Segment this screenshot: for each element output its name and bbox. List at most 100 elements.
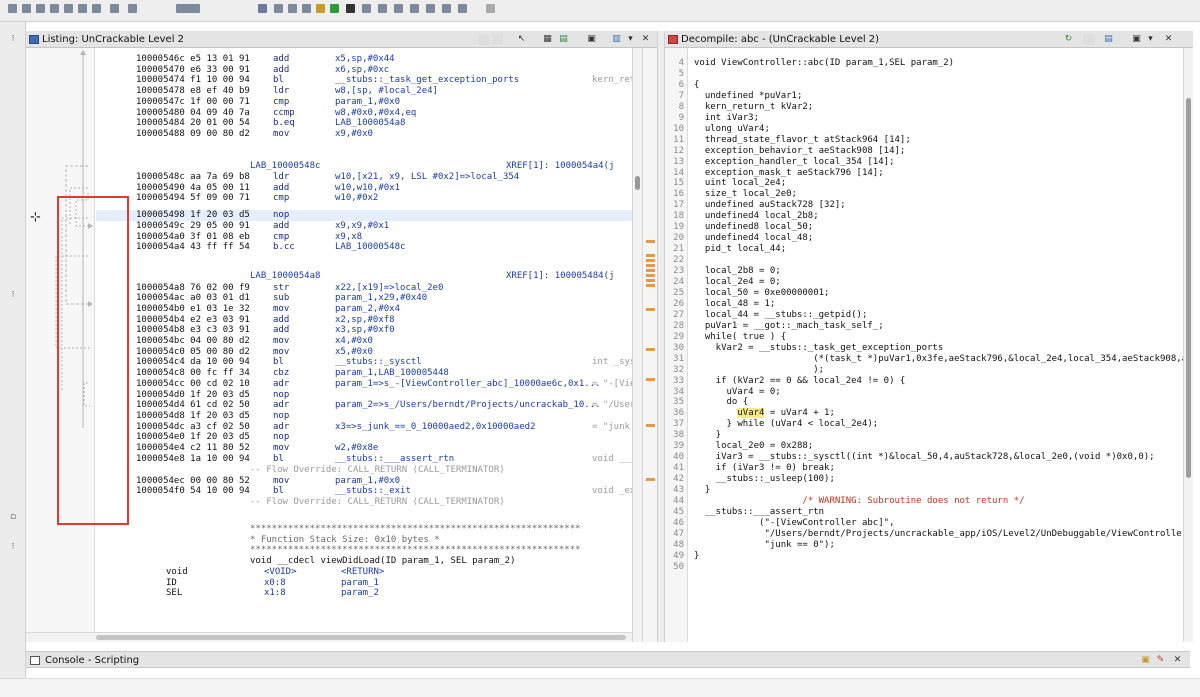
code-line[interactable]: uint local_2e4; — [694, 178, 786, 189]
pane-splitter[interactable] — [657, 31, 665, 642]
code-line[interactable]: local_2b8 = 0; — [694, 266, 781, 277]
toolbar-icon[interactable] — [128, 4, 137, 13]
toolbar-icon[interactable] — [442, 4, 451, 13]
code-line[interactable]: local_2e0 = 0x288; — [694, 441, 814, 452]
toolbar-icon[interactable] — [302, 4, 311, 13]
toolbar-icon[interactable] — [486, 4, 495, 13]
code-line[interactable]: (*(task_t *)puVar1,0x3fe,aeStack796,&loc… — [694, 354, 1183, 365]
overview-marker[interactable] — [646, 264, 655, 267]
code-line[interactable]: /* WARNING: Subroutine does not return *… — [694, 496, 1024, 507]
code-line[interactable]: ); — [694, 365, 824, 376]
console-title-bar[interactable]: Console - Scripting ▣ ✎ ✕ — [26, 651, 1190, 668]
code-line[interactable]: { — [694, 80, 699, 91]
toolbar-icon[interactable] — [316, 4, 325, 13]
code-line[interactable]: exception_handler_t local_354 [14]; — [694, 157, 895, 168]
toolbar-icon[interactable] — [8, 4, 17, 13]
xref-annotation[interactable]: XREF[1]: 1000054a4(j — [506, 161, 614, 172]
code-line[interactable]: uVar4 = 0; — [694, 387, 781, 398]
highlighted-variable[interactable]: uVar4 — [737, 408, 765, 419]
toolbar-icon[interactable] — [458, 4, 467, 13]
decompile-vertical-scrollbar[interactable] — [1183, 48, 1193, 642]
overview-marker[interactable] — [646, 279, 655, 282]
code-line[interactable]: int iVar3; — [694, 113, 759, 124]
toolbar-icon[interactable] — [426, 4, 435, 13]
overview-marker[interactable] — [646, 308, 655, 311]
toolbar-icon[interactable] — [64, 4, 73, 13]
code-line[interactable]: iVar3 = __stubs::_sysctl((int *)&local_5… — [694, 452, 1155, 463]
listing-horizontal-scrollbar[interactable] — [26, 632, 657, 642]
copy-icon[interactable] — [1083, 34, 1094, 45]
code-line[interactable]: pid_t local_44; — [694, 244, 786, 255]
code-line[interactable]: } — [694, 485, 710, 496]
field-editor-icon[interactable]: ▤ — [558, 34, 569, 45]
code-line[interactable]: __stubs::___assert_rtn — [694, 507, 824, 518]
code-line[interactable]: ulong uVar4; — [694, 124, 770, 135]
code-line[interactable]: exception_behavior_t aeStack908 [14]; — [694, 146, 906, 157]
close-icon[interactable]: ✕ — [640, 34, 651, 45]
overview-marker[interactable] — [646, 284, 655, 287]
toolbar-icon[interactable] — [78, 4, 87, 13]
code-line[interactable]: } while (uVar4 < local_2e4); — [694, 419, 879, 430]
toolbar-icon[interactable] — [22, 4, 31, 13]
refresh-icon[interactable]: ↻ — [1063, 34, 1074, 45]
overview-marker[interactable] — [646, 424, 655, 427]
cursor-tool-icon[interactable]: ↖ — [516, 34, 527, 45]
decompiler-view[interactable]: 4 5 6 7 8 9 10 11 12 13 14 15 16 17 18 19 20 21 22 23 24 25 26… — [665, 48, 1183, 642]
code-line[interactable]: __stubs::_usleep(100); — [694, 474, 835, 485]
code-line[interactable]: local_2e4 = 0; — [694, 277, 781, 288]
chevron-down-icon[interactable]: ▾ — [625, 34, 636, 45]
menu-icon[interactable]: ▥ — [611, 34, 622, 45]
overview-marker[interactable] — [646, 378, 655, 381]
toolbar-icon[interactable] — [378, 4, 387, 13]
code-line[interactable]: } — [694, 430, 721, 441]
code-label[interactable]: LAB_1000054a8 — [250, 271, 320, 282]
snapshot-icon[interactable]: ▣ — [1131, 34, 1142, 45]
toolbar-icon[interactable] — [346, 4, 355, 13]
dock-handle-icon[interactable]: ⁝ — [8, 290, 18, 300]
clear-icon[interactable]: ✎ — [1155, 655, 1166, 666]
toolbar-icon[interactable] — [258, 4, 267, 13]
code-line[interactable]: undefined auStack728 [32]; — [694, 200, 846, 211]
toolbar-icon[interactable] — [394, 4, 403, 13]
code-line[interactable]: uVar4 = uVar4 + 1; — [694, 408, 835, 419]
toolbar-icon[interactable] — [110, 4, 119, 13]
chevron-down-icon[interactable]: ▾ — [1145, 34, 1156, 45]
code-line[interactable]: } — [694, 551, 699, 562]
overview-marker[interactable] — [646, 274, 655, 277]
display-options-icon[interactable]: ▦ — [542, 34, 553, 45]
export-icon[interactable]: ▤ — [1103, 34, 1114, 45]
overview-marker[interactable] — [646, 240, 655, 243]
toolbar-icon[interactable] — [274, 4, 283, 13]
toolbar-icon[interactable] — [330, 4, 339, 13]
scroll-thumb[interactable] — [96, 635, 626, 640]
scroll-thumb[interactable] — [1186, 98, 1191, 478]
code-line[interactable]: void ViewController::abc(ID param_1,SEL … — [694, 58, 954, 69]
code-line[interactable]: do { — [694, 397, 749, 408]
code-line[interactable]: undefined4 local_2b8; — [694, 211, 819, 222]
paste-icon[interactable] — [492, 34, 503, 45]
overview-margin[interactable] — [642, 48, 657, 642]
toolbar-icon[interactable] — [362, 4, 371, 13]
code-line[interactable]: "junk == 0"); — [694, 540, 834, 551]
snapshot-icon[interactable]: ▣ — [586, 34, 597, 45]
code-line[interactable]: if (kVar2 == 0 && local_2e4 != 0) { — [694, 376, 906, 387]
code-line[interactable]: local_50 = 0xe00000001; — [694, 288, 830, 299]
code-line[interactable]: puVar1 = __got::_mach_task_self_; — [694, 321, 884, 332]
function-signature[interactable]: void __cdecl viewDidLoad(ID param_1, SEL… — [250, 556, 516, 567]
toolbar-icon[interactable] — [36, 4, 45, 13]
code-line[interactable]: kern_return_t kVar2; — [694, 102, 813, 113]
code-line[interactable]: size_t local_2e0; — [694, 189, 797, 200]
toolbar-icon[interactable] — [176, 4, 200, 13]
dock-handle-icon[interactable]: ⁝ — [8, 34, 18, 44]
code-line[interactable]: "/Users/berndt/Projects/uncrackable_app/… — [694, 529, 1183, 540]
dock-handle-icon[interactable]: ⁝ — [8, 542, 18, 552]
code-line[interactable]: undefined4 local_48; — [694, 233, 813, 244]
code-line[interactable]: if (iVar3 != 0) break; — [694, 463, 835, 474]
overview-marker[interactable] — [646, 259, 655, 262]
code-line[interactable]: thread_state_flavor_t atStack964 [14]; — [694, 135, 911, 146]
code-line[interactable]: while( true ) { — [694, 332, 786, 343]
toolbar-icon[interactable] — [288, 4, 297, 13]
code-line[interactable]: exception_mask_t aeStack796 [14]; — [694, 168, 884, 179]
xref-annotation[interactable]: XREF[1]: 100005484(j — [506, 271, 614, 282]
overview-marker[interactable] — [646, 348, 655, 351]
